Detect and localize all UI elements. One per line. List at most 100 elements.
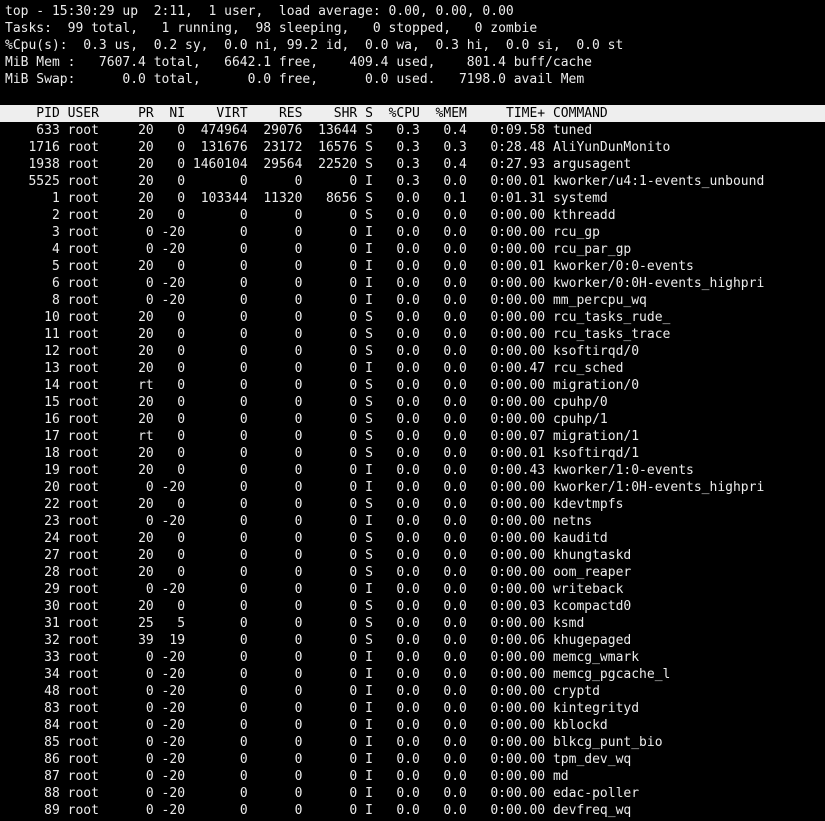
process-mem: 0.0 <box>419 225 467 240</box>
process-res: 0 <box>247 344 303 359</box>
process-ni: 0 <box>153 565 186 580</box>
process-ni: 0 <box>153 378 186 393</box>
column-header-res: RES <box>247 106 303 121</box>
process-ni: -20 <box>153 701 186 716</box>
process-pid: 5 <box>5 259 60 274</box>
process-command: devfreq_wq <box>545 803 632 818</box>
process-cpu: 0.0 <box>372 599 420 614</box>
process-time: 0:00.00 <box>466 684 546 699</box>
process-res: 0 <box>247 718 303 733</box>
process-time: 0:00.00 <box>466 565 546 580</box>
process-shr: 16576 <box>302 140 358 155</box>
process-pr: rt <box>130 378 154 393</box>
process-res: 0 <box>247 599 303 614</box>
process-time: 0:28.48 <box>466 140 546 155</box>
process-pid: 87 <box>5 769 60 784</box>
process-ni: 0 <box>153 531 186 546</box>
process-pr: 0 <box>130 786 154 801</box>
process-command: rcu_sched <box>545 361 624 376</box>
process-state: I <box>357 735 373 750</box>
process-row: 3 root 0 -20 0 0 0 I 0.0 0.0 0:00.00 rcu… <box>0 224 825 241</box>
process-state: S <box>357 344 373 359</box>
process-cpu: 0.0 <box>372 582 420 597</box>
process-command: md <box>545 769 569 784</box>
process-mem: 0.4 <box>419 123 467 138</box>
process-cpu: 0.0 <box>372 327 420 342</box>
process-mem: 0.0 <box>419 174 467 189</box>
process-cpu: 0.3 <box>372 174 420 189</box>
process-mem: 0.1 <box>419 191 467 206</box>
process-mem: 0.0 <box>419 429 467 444</box>
process-cpu: 0.0 <box>372 361 420 376</box>
process-time: 0:00.06 <box>466 633 546 648</box>
process-pid: 85 <box>5 735 60 750</box>
process-row: 11 root 20 0 0 0 0 S 0.0 0.0 0:00.00 rcu… <box>0 326 825 343</box>
process-ni: 0 <box>153 395 186 410</box>
process-command: edac-poller <box>545 786 640 801</box>
process-user: root <box>59 786 131 801</box>
process-res: 0 <box>247 463 303 478</box>
process-cpu: 0.0 <box>372 242 420 257</box>
process-row: 89 root 0 -20 0 0 0 I 0.0 0.0 0:00.00 de… <box>0 802 825 819</box>
process-time: 0:00.00 <box>466 378 546 393</box>
process-res: 29076 <box>247 123 303 138</box>
process-res: 0 <box>247 752 303 767</box>
process-user: root <box>59 140 131 155</box>
process-user: root <box>59 395 131 410</box>
process-command: kdevtmpfs <box>545 497 624 512</box>
process-state: S <box>357 395 373 410</box>
process-time: 0:00.00 <box>466 242 546 257</box>
process-virt: 474964 <box>185 123 248 138</box>
process-row: 29 root 0 -20 0 0 0 I 0.0 0.0 0:00.00 wr… <box>0 581 825 598</box>
process-res: 29564 <box>247 157 303 172</box>
process-res: 0 <box>247 412 303 427</box>
process-list: 633 root 20 0 474964 29076 13644 S 0.3 0… <box>0 122 825 819</box>
process-res: 0 <box>247 446 303 461</box>
process-row: 2 root 20 0 0 0 0 S 0.0 0.0 0:00.00 kthr… <box>0 207 825 224</box>
column-header-ni: NI <box>153 106 186 121</box>
process-mem: 0.4 <box>419 157 467 172</box>
process-virt: 131676 <box>185 140 248 155</box>
process-row: 88 root 0 -20 0 0 0 I 0.0 0.0 0:00.00 ed… <box>0 785 825 802</box>
process-pr: 20 <box>130 463 154 478</box>
process-state: I <box>357 667 373 682</box>
process-state: S <box>357 140 373 155</box>
process-shr: 0 <box>302 684 358 699</box>
process-ni: 0 <box>153 446 186 461</box>
process-command: ksoftirqd/0 <box>545 344 640 359</box>
process-virt: 0 <box>185 684 248 699</box>
process-shr: 0 <box>302 174 358 189</box>
process-res: 0 <box>247 225 303 240</box>
process-ni: -20 <box>153 769 186 784</box>
process-res: 0 <box>247 208 303 223</box>
process-mem: 0.0 <box>419 582 467 597</box>
process-time: 0:00.00 <box>466 327 546 342</box>
process-time: 0:00.01 <box>466 174 546 189</box>
uptime-line: top - 15:30:29 up 2:11, 1 user, load ave… <box>5 4 514 19</box>
process-command: memcg_wmark <box>545 650 640 665</box>
terminal-window[interactable]: top - 15:30:29 up 2:11, 1 user, load ave… <box>0 0 825 821</box>
process-shr: 0 <box>302 718 358 733</box>
process-mem: 0.0 <box>419 276 467 291</box>
process-user: root <box>59 548 131 563</box>
process-shr: 13644 <box>302 123 358 138</box>
process-ni: -20 <box>153 786 186 801</box>
process-command: ksmd <box>545 616 585 631</box>
process-ni: -20 <box>153 650 186 665</box>
process-res: 0 <box>247 293 303 308</box>
process-shr: 0 <box>302 633 358 648</box>
swap-line: MiB Swap: 0.0 total, 0.0 free, 0.0 used.… <box>5 72 585 87</box>
process-state: S <box>357 633 373 648</box>
process-pid: 3 <box>5 225 60 240</box>
process-time: 0:00.01 <box>466 259 546 274</box>
process-command: tuned <box>545 123 593 138</box>
column-header-cpu: %CPU <box>372 106 420 121</box>
process-mem: 0.0 <box>419 599 467 614</box>
process-shr: 0 <box>302 242 358 257</box>
process-cpu: 0.0 <box>372 769 420 784</box>
process-shr: 0 <box>302 208 358 223</box>
process-ni: 0 <box>153 599 186 614</box>
process-res: 0 <box>247 633 303 648</box>
process-time: 0:00.00 <box>466 497 546 512</box>
